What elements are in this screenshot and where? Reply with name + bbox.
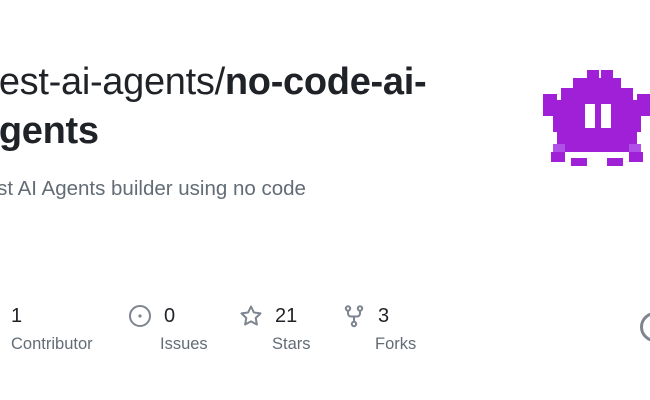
stat-contributors[interactable]: 1 Contributor xyxy=(0,302,93,358)
stat-contributors-label: Contributor xyxy=(11,335,93,353)
repo-title[interactable]: best-ai-agents/no-code-ai-agents xyxy=(0,58,498,156)
stat-stars-label: Stars xyxy=(272,335,311,353)
stat-stars-value: 21 xyxy=(275,304,298,327)
stat-issues-value: 0 xyxy=(164,304,176,327)
repo-description: Best AI Agents builder using no code xyxy=(0,177,306,200)
issue-icon xyxy=(128,304,152,328)
stat-forks-label: Forks xyxy=(375,335,417,353)
fork-icon xyxy=(342,304,366,328)
stat-stars[interactable]: 21 Stars xyxy=(239,302,311,358)
repo-owner[interactable]: best-ai-agents/ xyxy=(0,61,225,103)
repo-social-card: best-ai-agents/no-code-ai-agents Best AI… xyxy=(0,0,650,400)
stat-issues-label: Issues xyxy=(160,335,208,353)
alien-monster-avatar-icon xyxy=(543,70,650,166)
stat-forks-value: 3 xyxy=(378,304,390,327)
stat-contributors-value: 1 xyxy=(11,304,23,327)
stat-forks[interactable]: 3 Forks xyxy=(342,302,416,358)
stat-issues[interactable]: 0 Issues xyxy=(128,302,208,358)
star-icon xyxy=(239,304,263,328)
repo-stats: 1 Contributor 0 Issues 21 Stars 3 Forks xyxy=(0,302,650,362)
